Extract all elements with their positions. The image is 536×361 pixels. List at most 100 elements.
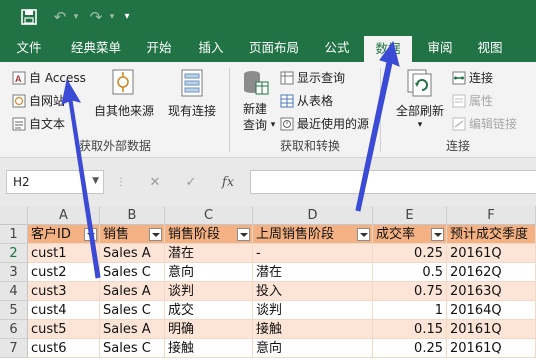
tab-data[interactable]: 数据 [364,36,412,62]
table-cell[interactable]: 1 [373,301,447,320]
table-cell[interactable]: 明确 [165,320,253,339]
new-query-button[interactable]: 新建 查询 ▾ [234,66,276,136]
table-cell[interactable]: 0.15 [373,320,447,339]
filter-dropdown-icon[interactable] [357,228,370,241]
ribbon-separator [380,68,381,152]
column-header[interactable]: E [373,206,447,225]
tab-classic-menu[interactable]: 经典菜单 [62,34,130,62]
tab-formulas[interactable]: 公式 [314,34,360,62]
properties-icon [452,94,466,108]
table-cell[interactable]: Sales C [100,263,165,282]
customize-qat-icon[interactable]: ▾ [120,7,134,27]
worksheet-grid: A B C D E F 1 2 3 4 5 6 7 客户ID 销售 销售阶段 上… [0,206,536,361]
tab-review[interactable]: 审阅 [418,34,462,62]
table-cell[interactable]: cust2 [28,263,100,282]
enter-icon[interactable]: ✓ [180,174,202,192]
table-cell[interactable]: 0.25 [373,339,447,358]
text-file-icon [12,117,26,131]
table-header-cell[interactable]: 预计成交季度 [447,225,536,244]
tab-home[interactable]: 开始 [138,34,180,62]
table-cell[interactable]: cust4 [28,301,100,320]
title-bar: ↶ ▾ ↷ ▾ ▾ [0,0,536,34]
table-cell[interactable]: 20163Q [447,282,536,301]
table-cell[interactable]: - [253,244,373,263]
undo-icon[interactable]: ↶ [50,7,70,27]
save-icon[interactable] [18,7,40,27]
table-cell[interactable]: 0.25 [373,244,447,263]
filter-dropdown-icon[interactable] [237,228,250,241]
ribbon-data: A 自 Access 自网站 自文本 自其他来源 现有连接 获取外部数据 新建 … [0,62,536,158]
table-cell[interactable]: cust1 [28,244,100,263]
row-header[interactable]: 5 [0,301,28,320]
row-header[interactable]: 6 [0,320,28,339]
existing-connections-button[interactable]: 现有连接 [162,66,222,132]
column-header[interactable]: D [253,206,373,225]
row-header[interactable]: 7 [0,339,28,358]
show-queries-icon [280,71,294,85]
table-cell[interactable]: 20162Q [447,263,536,282]
row-header[interactable]: 3 [0,263,28,282]
table-cell[interactable]: Sales A [100,320,165,339]
table-cell[interactable]: cust6 [28,339,100,358]
existing-connections-icon [181,69,203,97]
undo-dropdown-icon[interactable]: ▾ [70,7,82,27]
access-icon: A [12,71,26,85]
table-header-cell[interactable]: 销售阶段 [165,225,253,244]
tab-page-layout[interactable]: 页面布局 [242,34,306,62]
table-header-cell[interactable]: 成交率 [373,225,447,244]
table-cell[interactable]: 20161Q [447,320,536,339]
row-header[interactable]: 2 [0,244,28,263]
table-cell[interactable]: 20164Q [447,301,536,320]
row-header[interactable]: 1 [0,225,28,244]
table-cell[interactable]: 潜在 [165,244,253,263]
table-cell[interactable]: Sales C [100,301,165,320]
table-cell[interactable]: 意向 [165,263,253,282]
formula-input[interactable] [250,170,536,194]
table-cell[interactable]: 意向 [253,339,373,358]
edit-links-icon [452,117,466,131]
table-cell[interactable]: 0.5 [373,263,447,282]
table-cell[interactable]: 成交 [165,301,253,320]
table-header-cell[interactable]: 销售 [100,225,165,244]
redo-icon[interactable]: ↷ [86,7,106,27]
table-cell[interactable]: 潜在 [253,263,373,282]
table-cell[interactable]: 接触 [165,339,253,358]
table-header-cell[interactable]: 客户ID [28,225,100,244]
table-cell[interactable]: cust3 [28,282,100,301]
filter-dropdown-icon[interactable] [431,228,444,241]
table-cell[interactable]: 20161Q [447,339,536,358]
redo-dropdown-icon[interactable]: ▾ [106,7,118,27]
row-header[interactable]: 4 [0,282,28,301]
tab-view[interactable]: 视图 [468,34,512,62]
name-box[interactable]: H2 ▼ [6,170,104,194]
column-header[interactable]: F [447,206,536,225]
table-cell[interactable]: 谈判 [165,282,253,301]
column-header[interactable]: A [28,206,100,225]
group-label-get-external-data: 获取外部数据 [78,139,151,153]
table-cell[interactable]: 接触 [253,320,373,339]
filter-dropdown-icon[interactable] [84,228,97,241]
table-cell[interactable]: Sales A [100,282,165,301]
refresh-all-button[interactable]: 全部刷新 ▾ [392,66,448,136]
table-cell[interactable]: Sales C [100,339,165,358]
table-cell[interactable]: 谈判 [253,301,373,320]
name-box-dropdown-icon[interactable]: ▼ [92,176,99,186]
new-query-icon [244,71,269,95]
table-header-cell[interactable]: 上周销售阶段 [253,225,373,244]
column-header[interactable]: B [100,206,165,225]
filter-dropdown-icon[interactable] [149,228,162,241]
column-header[interactable]: C [165,206,253,225]
table-cell[interactable]: 20161Q [447,244,536,263]
insert-function-icon[interactable]: fx [216,174,240,192]
tab-insert[interactable]: 插入 [188,34,234,62]
table-cell[interactable]: 投入 [253,282,373,301]
from-other-sources-button[interactable]: 自其他来源 [92,66,156,132]
formula-bar: H2 ▼ ⋮ ✕ ✓ fx [0,158,536,206]
select-all-corner[interactable] [0,206,28,225]
cancel-icon[interactable]: ✕ [144,174,166,192]
tab-file[interactable]: 文件 [6,34,52,62]
table-cell[interactable]: Sales A [100,244,165,263]
table-cell[interactable]: 0.75 [373,282,447,301]
table-cell[interactable]: cust5 [28,320,100,339]
formula-bar-handle-icon[interactable]: ⋮ [116,174,126,192]
